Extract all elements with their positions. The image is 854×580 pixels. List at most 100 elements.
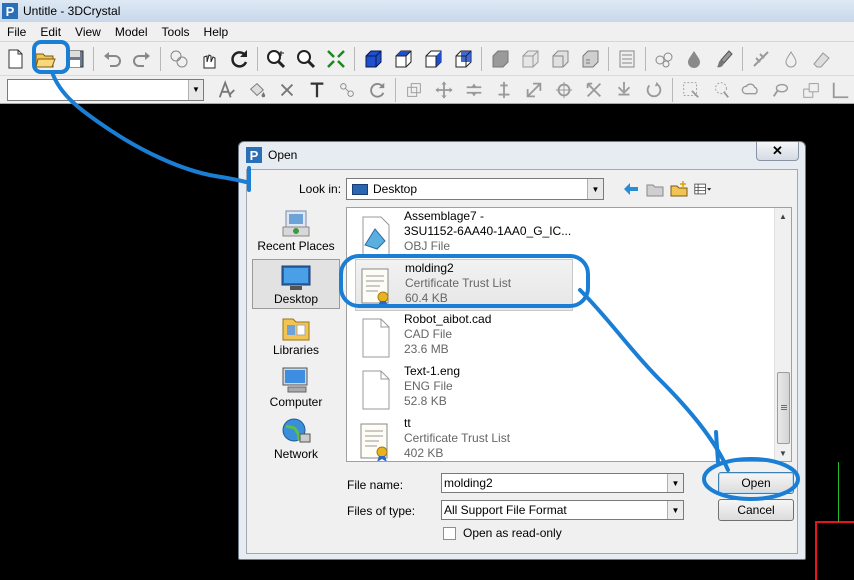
files-of-type-select[interactable]: All Support File Format ▼ — [441, 500, 684, 520]
zoom-in-icon[interactable] — [261, 45, 291, 73]
place-label: Libraries — [272, 343, 320, 357]
new-folder-icon[interactable] — [670, 180, 688, 198]
cloud-icon[interactable] — [736, 76, 766, 104]
rotate-icon[interactable] — [224, 45, 254, 73]
lasso-icon[interactable] — [706, 76, 736, 104]
wireframe-icon[interactable] — [515, 45, 545, 73]
layers-icon[interactable] — [612, 45, 642, 73]
zoom-window-icon[interactable] — [291, 45, 321, 73]
material-icon[interactable] — [649, 45, 679, 73]
file-list[interactable]: Assemblage7 - 3SU1152-6AA40-1AA0_G_IC...… — [346, 207, 792, 462]
shaded-icon[interactable] — [485, 45, 515, 73]
select-box-icon[interactable] — [676, 76, 706, 104]
menu-model[interactable]: Model — [108, 25, 155, 39]
file-size: 402 KB — [404, 446, 444, 460]
revolve-icon[interactable] — [639, 76, 669, 104]
toolbar-separator — [395, 77, 396, 102]
open-button[interactable]: Open — [718, 472, 794, 494]
rotate3d-icon[interactable] — [549, 76, 579, 104]
scroll-thumb[interactable] — [777, 372, 790, 444]
drop2-icon[interactable] — [776, 45, 806, 73]
select-icon[interactable] — [164, 45, 194, 73]
menu-edit[interactable]: Edit — [33, 25, 68, 39]
menu-file[interactable]: File — [0, 25, 33, 39]
file-size: 60.4 KB — [405, 291, 448, 305]
view-menu-icon[interactable] — [694, 180, 712, 198]
read-only-checkbox[interactable] — [443, 527, 456, 540]
file-type: CAD File — [404, 327, 453, 341]
stretch-icon[interactable] — [519, 76, 549, 104]
view-front-icon[interactable] — [358, 45, 388, 73]
delete-x-icon[interactable] — [272, 76, 302, 104]
app-logo-icon: P — [2, 3, 18, 19]
place-network[interactable]: Network — [252, 415, 340, 465]
search-icon[interactable] — [766, 76, 796, 104]
arrows-icon[interactable] — [429, 76, 459, 104]
file-row[interactable]: Text-1.eng ENG File 52.8 KB — [355, 363, 770, 415]
chevron-down-icon[interactable]: ▼ — [587, 179, 603, 199]
align-icon[interactable] — [489, 76, 519, 104]
place-libraries[interactable]: Libraries — [252, 311, 340, 361]
toolbar-separator — [672, 77, 673, 102]
refresh-icon[interactable] — [362, 76, 392, 104]
back-arrow-icon[interactable] — [622, 180, 640, 198]
cancel-button[interactable]: Cancel — [718, 499, 794, 521]
layer-combo[interactable]: ▼ — [7, 78, 204, 101]
place-computer[interactable]: Computer — [252, 363, 340, 413]
place-desktop[interactable]: Desktop — [252, 259, 340, 309]
chevron-down-icon[interactable]: ▼ — [188, 79, 203, 100]
paint-bucket-icon[interactable] — [242, 76, 272, 104]
file-size: 52.8 KB — [404, 394, 447, 408]
chevron-down-icon[interactable]: ▼ — [667, 474, 683, 492]
save-icon[interactable] — [60, 45, 90, 73]
frame-icon[interactable] — [826, 76, 854, 104]
move-icon[interactable] — [399, 76, 429, 104]
file-row[interactable]: Assemblage7 - 3SU1152-6AA40-1AA0_G_IC...… — [355, 209, 770, 261]
redo-icon[interactable] — [127, 45, 157, 73]
array-icon[interactable] — [609, 76, 639, 104]
toolbar-separator — [93, 46, 94, 71]
file-row[interactable]: Robot_aibot.cad CAD File 23.6 MB — [355, 311, 770, 363]
undo-icon[interactable] — [97, 45, 127, 73]
dimension-icon[interactable] — [796, 76, 826, 104]
place-recent-places[interactable]: Recent Places — [252, 207, 340, 257]
text-style-icon[interactable] — [212, 76, 242, 104]
view-right-icon[interactable] — [418, 45, 448, 73]
new-file-icon[interactable] — [0, 45, 30, 73]
files-of-type-label: Files of type: — [347, 504, 416, 518]
menu-view[interactable]: View — [68, 25, 108, 39]
menu-help[interactable]: Help — [197, 25, 236, 39]
up-folder-icon[interactable] — [646, 180, 664, 198]
blank-file-icon — [362, 370, 390, 410]
chevron-down-icon[interactable]: ▼ — [667, 501, 683, 519]
file-name-field[interactable]: molding2 ▼ — [441, 473, 684, 493]
scroll-down-icon[interactable]: ▼ — [775, 445, 791, 461]
file-list-scrollbar[interactable]: ▲ ▼ — [774, 208, 791, 461]
eraser-icon[interactable] — [806, 45, 836, 73]
file-row[interactable]: molding2 Certificate Trust List 60.4 KB — [355, 259, 573, 311]
places-bar: Recent Places Desktop Libraries Computer… — [252, 207, 340, 472]
link-icon[interactable] — [332, 76, 362, 104]
text-icon[interactable] — [302, 76, 332, 104]
zoom-fit-icon[interactable] — [321, 45, 351, 73]
scroll-up-icon[interactable]: ▲ — [775, 208, 791, 224]
open-folder-icon[interactable] — [30, 45, 60, 73]
computer-icon — [282, 367, 308, 393]
scale-icon[interactable] — [459, 76, 489, 104]
view-iso-icon[interactable] — [448, 45, 478, 73]
drop-icon[interactable] — [679, 45, 709, 73]
measure-icon[interactable] — [746, 45, 776, 73]
view-top-icon[interactable] — [388, 45, 418, 73]
libraries-icon — [282, 318, 310, 341]
toolbar-separator — [160, 46, 161, 71]
edges-icon[interactable] — [575, 45, 605, 73]
mirror-icon[interactable] — [579, 76, 609, 104]
look-in-combo[interactable]: Desktop ▼ — [346, 178, 604, 200]
file-row[interactable]: tt Certificate Trust List 402 KB — [355, 415, 770, 461]
close-icon[interactable]: ✕ — [756, 142, 799, 161]
hidden-icon[interactable] — [545, 45, 575, 73]
menu-tools[interactable]: Tools — [155, 25, 197, 39]
brush-icon[interactable] — [709, 45, 739, 73]
pick-icon[interactable] — [194, 45, 224, 73]
x-axis-line — [815, 521, 854, 523]
